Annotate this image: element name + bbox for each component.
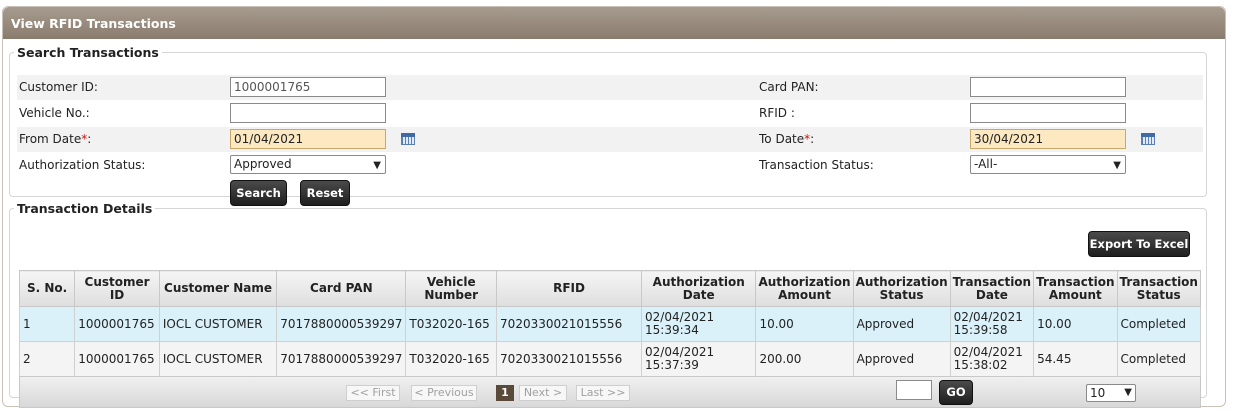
cell-transaction-date: 02/04/2021 15:38:02 xyxy=(949,341,1035,377)
transaction-status-select[interactable]: -All- ▼ xyxy=(970,155,1126,174)
transaction-details-section: Transaction Details Export To Excel S. N… xyxy=(9,201,1207,408)
row-customer-card: Customer ID: Card PAN: xyxy=(17,75,1203,100)
column-header-rfid[interactable]: RFID xyxy=(496,270,642,307)
customer-id-field[interactable] xyxy=(230,77,386,97)
table-row[interactable]: 2 1000001765 IOCL CUSTOMER 7017880000539… xyxy=(18,341,1202,377)
cell-card-pan: 7017880000539297 xyxy=(276,341,407,377)
rfid-label: RFID : xyxy=(759,106,795,120)
first-page-button[interactable]: << First xyxy=(346,385,400,401)
cell-transaction-amount: 10.00 xyxy=(1033,306,1118,342)
to-date-colon: : xyxy=(810,132,815,146)
authorization-status-select[interactable]: Approved ▼ xyxy=(230,155,386,174)
cell-authorization-date: 02/04/2021 15:37:39 xyxy=(640,341,757,377)
vehicle-no-label: Vehicle No.: xyxy=(19,106,90,120)
transaction-status-value: -All- xyxy=(974,157,998,171)
current-page-indicator: 1 xyxy=(496,385,514,401)
page-size-value: 10 xyxy=(1090,386,1106,400)
rfid-transactions-panel: View RFID Transactions Search Transactio… xyxy=(2,6,1226,408)
cell-authorization-date: 02/04/2021 15:39:34 xyxy=(640,306,757,342)
search-transactions-section: Search Transactions Customer ID: Card PA… xyxy=(9,45,1207,206)
customer-id-label: Customer ID: xyxy=(19,80,98,94)
cell-transaction-amount: 54.45 xyxy=(1033,341,1118,377)
next-page-button[interactable]: Next > xyxy=(519,385,567,401)
row-vehicle-rfid: Vehicle No.: RFID : xyxy=(17,101,1203,126)
cell-customer-name: IOCL CUSTOMER xyxy=(158,341,278,377)
from-date-calendar-icon[interactable] xyxy=(401,133,415,145)
column-header-transaction-status[interactable]: Transaction Status xyxy=(1116,270,1202,307)
go-to-page-field[interactable] xyxy=(896,380,932,400)
from-date-colon: : xyxy=(87,132,92,146)
column-header-customer-name[interactable]: Customer Name xyxy=(158,270,278,307)
chevron-down-icon: ▼ xyxy=(1113,160,1121,171)
transactions-table: S. No. Customer ID Customer Name Card PA… xyxy=(18,270,1202,377)
cell-transaction-status: Completed xyxy=(1116,341,1202,377)
to-date-calendar-icon[interactable] xyxy=(1141,133,1155,145)
cell-authorization-status: Approved xyxy=(852,306,951,342)
column-header-s-no[interactable]: S. No. xyxy=(18,270,76,307)
chevron-down-icon: ▼ xyxy=(1124,387,1132,398)
cell-transaction-status: Completed xyxy=(1116,306,1202,342)
row-statuses: Authorization Status: Approved ▼ Transac… xyxy=(17,153,1203,178)
table-row[interactable]: 1 1000001765 IOCL CUSTOMER 7017880000539… xyxy=(18,306,1202,342)
go-button[interactable]: GO xyxy=(939,380,973,405)
cell-customer-id: 1000001765 xyxy=(74,306,160,342)
cell-card-pan: 7017880000539297 xyxy=(276,306,407,342)
cell-rfid: 7020330021015556 xyxy=(496,341,642,377)
rfid-field[interactable] xyxy=(970,103,1126,123)
search-section-legend: Search Transactions xyxy=(17,45,159,60)
authorization-status-label: Authorization Status: xyxy=(19,158,146,172)
page-title: View RFID Transactions xyxy=(3,7,1225,39)
from-date-label-text: From Date xyxy=(19,132,82,146)
column-header-card-pan[interactable]: Card PAN xyxy=(276,270,407,307)
cell-customer-name: IOCL CUSTOMER xyxy=(158,306,278,342)
authorization-status-value: Approved xyxy=(234,157,292,171)
cell-s-no: 1 xyxy=(18,306,76,342)
pagination-bar: << First < Previous 1 Next > Last >> GO … xyxy=(19,376,1201,408)
cell-authorization-status: Approved xyxy=(852,341,951,377)
from-date-label: From Date*: xyxy=(19,132,91,146)
cell-transaction-date: 02/04/2021 15:39:58 xyxy=(949,306,1035,342)
row-dates: From Date*: To Date*: xyxy=(17,127,1203,152)
previous-page-button[interactable]: < Previous xyxy=(411,385,477,401)
column-header-authorization-date[interactable]: Authorization Date xyxy=(640,270,757,307)
cell-s-no: 2 xyxy=(18,341,76,377)
from-date-field[interactable] xyxy=(230,129,386,149)
transaction-status-label: Transaction Status: xyxy=(759,158,874,172)
page-size-select[interactable]: 10 ▼ xyxy=(1086,384,1136,402)
cell-vehicle-number: T032020-165 xyxy=(405,341,498,377)
chevron-down-icon: ▼ xyxy=(373,160,381,171)
column-header-authorization-amount[interactable]: Authorization Amount xyxy=(755,270,854,307)
to-date-field[interactable] xyxy=(970,129,1126,149)
to-date-label: To Date*: xyxy=(759,132,814,146)
column-header-transaction-date[interactable]: Transaction Date xyxy=(949,270,1035,307)
last-page-button[interactable]: Last >> xyxy=(576,385,630,401)
table-header-row: S. No. Customer ID Customer Name Card PA… xyxy=(18,270,1202,307)
to-date-label-text: To Date xyxy=(759,132,805,146)
export-to-excel-button[interactable]: Export To Excel xyxy=(1088,231,1190,257)
column-header-vehicle-number[interactable]: Vehicle Number xyxy=(405,270,498,307)
cell-vehicle-number: T032020-165 xyxy=(405,306,498,342)
column-header-customer-id[interactable]: Customer ID xyxy=(74,270,160,307)
card-pan-label: Card PAN: xyxy=(759,80,819,94)
vehicle-no-field[interactable] xyxy=(230,103,386,123)
details-section-legend: Transaction Details xyxy=(17,201,153,216)
column-header-authorization-status[interactable]: Authorization Status xyxy=(852,270,951,307)
cell-authorization-amount: 200.00 xyxy=(755,341,854,377)
cell-authorization-amount: 10.00 xyxy=(755,306,854,342)
cell-customer-id: 1000001765 xyxy=(74,341,160,377)
cell-rfid: 7020330021015556 xyxy=(496,306,642,342)
column-header-transaction-amount[interactable]: Transaction Amount xyxy=(1033,270,1118,307)
card-pan-field[interactable] xyxy=(970,77,1126,97)
